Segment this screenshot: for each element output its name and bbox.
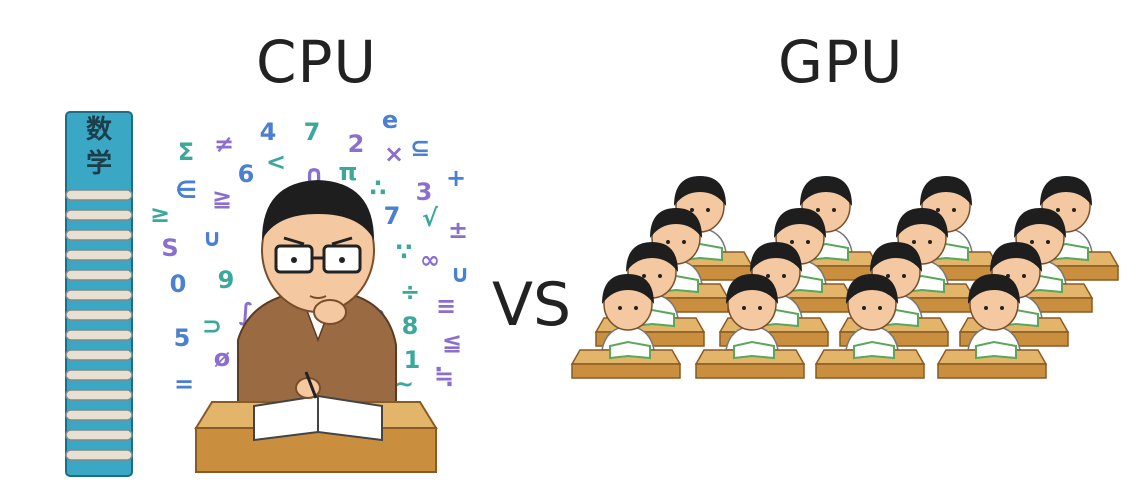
math-symbol: 0: [170, 270, 187, 298]
math-symbol: ø: [214, 344, 231, 372]
math-symbol: Σ: [178, 138, 194, 166]
math-symbol: +: [446, 164, 466, 192]
math-symbol: ≧: [212, 184, 232, 212]
math-symbol: ∈: [175, 176, 197, 204]
book-ring: [65, 189, 133, 201]
math-symbol: ∞: [420, 246, 440, 274]
book-ring: [65, 429, 133, 441]
book-ring: [65, 369, 133, 381]
math-symbol: ÷: [400, 278, 420, 306]
book-ring: [65, 209, 133, 221]
math-symbol: 3: [416, 178, 433, 206]
student-notebook: [853, 340, 895, 360]
book-ring: [65, 349, 133, 361]
book-ring: [65, 389, 133, 401]
book-ring: [65, 409, 133, 421]
math-symbol: 4: [260, 118, 277, 146]
book-ring: [65, 449, 133, 461]
math-symbol: 7: [384, 202, 401, 230]
math-symbol: 7: [304, 118, 321, 146]
thinker-hand: [313, 299, 347, 325]
book-ring: [65, 329, 133, 341]
gpu-student-grid: [570, 176, 1120, 379]
math-symbol: S: [161, 234, 178, 262]
math-symbol: ≦: [442, 328, 462, 356]
book-label-2: 学: [86, 148, 112, 179]
thinker-desk-front: [195, 427, 437, 473]
math-symbol: ≡: [436, 292, 456, 320]
math-symbol: ∴: [370, 174, 387, 202]
book-ring: [65, 269, 133, 281]
math-symbol: 9: [218, 266, 235, 294]
math-symbol: 5: [174, 324, 191, 352]
math-symbol: ⊆: [410, 134, 430, 162]
math-symbol: <: [266, 148, 286, 176]
book-ring: [65, 289, 133, 301]
math-symbol: ∵: [396, 238, 413, 266]
illustration-canvas: 数 学 472eΣ≠6<∩⊆π×∈∴3+≥≧7√S∪∵±09∞∪÷≡5⊃∫∞8ø…: [65, 106, 1120, 477]
book-label-1: 数: [86, 115, 113, 145]
math-symbol: 2: [348, 130, 365, 158]
math-symbol: ∪: [202, 224, 222, 252]
math-symbol: ∪: [450, 260, 470, 288]
math-symbol: √: [422, 204, 439, 232]
student-notebook: [975, 340, 1017, 360]
book-ring: [65, 309, 133, 321]
math-book-stack: 数 学: [65, 111, 133, 477]
math-symbol: ⊃: [202, 312, 222, 340]
book-ring: [65, 249, 133, 261]
math-symbol: =: [174, 370, 194, 398]
student-notebook: [609, 340, 651, 360]
book-ring: [65, 229, 133, 241]
math-symbol: π: [339, 158, 358, 186]
math-symbol: 8: [402, 312, 419, 340]
math-symbol: e: [382, 106, 398, 134]
math-symbol: ×: [384, 140, 404, 168]
math-symbol: ±: [448, 216, 468, 244]
student-notebook: [733, 340, 775, 360]
math-symbol: ≥: [150, 200, 170, 228]
math-symbol: 6: [238, 160, 255, 188]
math-symbol: ≠: [214, 130, 234, 158]
math-symbol: ≒: [434, 362, 454, 390]
